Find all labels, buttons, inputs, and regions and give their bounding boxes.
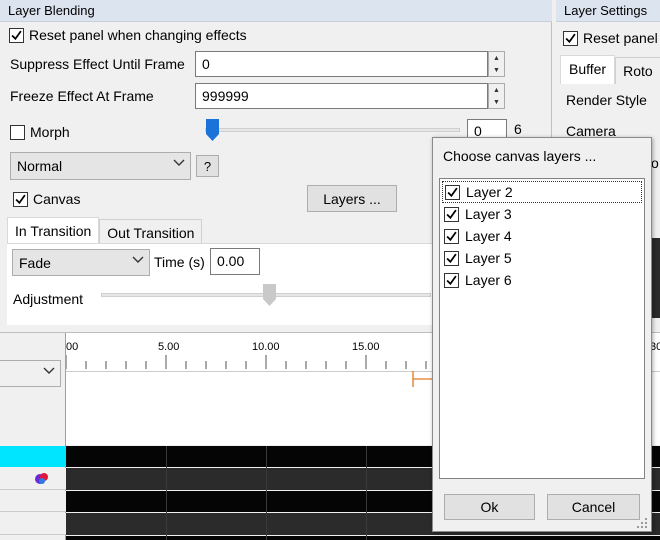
spin-up-icon[interactable]: ▲ [489,84,504,96]
panel-title: Layer Settings [556,0,660,22]
spin-down-icon[interactable]: ▼ [489,64,504,76]
freeze-spinner[interactable]: ▲ ▼ [488,83,505,109]
suppress-input[interactable]: 0 [195,51,488,77]
layer-checkbox[interactable] [445,184,460,200]
tick-label: 00 [66,341,79,353]
panel-title: Layer Blending [0,0,552,22]
list-item[interactable]: Layer 3 [444,203,514,225]
timeline-select[interactable] [0,360,61,387]
cancel-button[interactable]: Cancel [547,494,640,520]
reset-panel-row[interactable]: Reset panel [563,30,658,46]
morph-slider-thumb[interactable] [206,119,219,141]
morph-row[interactable]: Morph [10,124,70,140]
canvas-row[interactable]: Canvas [13,191,80,207]
resize-grip-icon[interactable] [636,517,648,529]
layers-button[interactable]: Layers ... [307,185,397,212]
morph-label: Morph [30,124,70,140]
chevron-down-icon [132,255,144,267]
tab-out-transition[interactable]: Out Transition [99,219,203,246]
list-item[interactable]: Layer 2 [442,181,642,203]
suppress-label: Suppress Effect Until Frame [10,56,185,72]
reset-panel-checkbox[interactable] [563,30,578,46]
render-style-label: Render Style [566,92,647,108]
morph-checkbox[interactable] [10,124,25,140]
layer-checkbox[interactable] [444,250,459,266]
time-label: Time (s) [154,254,205,270]
tab-roto[interactable]: Roto [615,57,660,84]
list-item[interactable]: Layer 5 [444,247,514,269]
dialog-title: Choose canvas layers ... [443,148,597,164]
tick-label: 5.00 [158,341,180,353]
spin-down-icon[interactable]: ▼ [489,96,504,108]
grid-line [366,446,367,540]
reset-checkbox-row[interactable]: Reset panel when changing effects [9,27,247,43]
blend-mode-value: Normal [17,158,63,174]
track-label[interactable] [0,491,66,512]
morph-edge-glyph: 6 [514,121,522,137]
list-item[interactable]: Layer 6 [444,269,514,291]
track-label[interactable] [0,468,66,490]
freeze-label: Freeze Effect At Frame [10,88,154,104]
track-label[interactable] [0,513,66,535]
ok-button[interactable]: Ok [444,494,535,520]
tick-label: 15.00 [352,341,380,353]
spin-up-icon[interactable]: ▲ [489,52,504,64]
tab-in-transition[interactable]: In Transition [7,217,100,246]
reset-label: Reset panel when changing effects [29,27,247,43]
tab-buffer[interactable]: Buffer [560,55,616,84]
reset-checkbox[interactable] [9,27,24,43]
track-row[interactable] [66,536,660,540]
reset-panel-label: Reset panel [583,30,658,46]
grid-line [266,446,267,540]
layer-label: Layer 4 [465,228,512,244]
layer-label: Layer 3 [465,206,512,222]
tick-label: 10.00 [252,341,280,353]
help-button[interactable]: ? [196,155,219,177]
layer-checkbox[interactable] [444,272,459,288]
adjustment-slider-thumb[interactable] [263,284,276,306]
suppress-spinner[interactable]: ▲ ▼ [488,51,505,77]
canvas-checkbox[interactable] [13,191,28,207]
cutoff-glyph: o [651,155,659,171]
morph-slider-track[interactable] [205,128,460,132]
transition-tabs: In Transition Out Transition [7,217,203,246]
list-item[interactable]: Layer 4 [444,225,514,247]
layer-label: Layer 5 [465,250,512,266]
layer-list[interactable]: Layer 2 Layer 3 Layer 4 Layer 5 Layer 6 [439,178,645,479]
canvas-label: Canvas [33,191,81,207]
blend-mode-select[interactable]: Normal [10,152,191,180]
layer-checkbox[interactable] [444,228,459,244]
chevron-down-icon [43,366,55,378]
grid-line [166,446,167,540]
track-cyan-label[interactable] [0,446,66,467]
playhead-marker[interactable] [412,371,434,389]
time-input[interactable]: 0.00 [210,248,260,275]
layer-label: Layer 2 [466,184,513,200]
adjustment-label: Adjustment [13,291,84,307]
effect-icon [34,470,50,486]
layer-label: Layer 6 [465,272,512,288]
choose-canvas-layers-dialog: Choose canvas layers ... Layer 2 Layer 3… [432,137,652,532]
freeze-input[interactable]: 999999 [195,83,488,109]
chevron-down-icon [173,158,185,170]
transition-type-select[interactable]: Fade [12,249,150,276]
settings-tabs: Buffer Roto [560,55,660,84]
transition-type-value: Fade [19,255,51,271]
layer-checkbox[interactable] [444,206,459,222]
